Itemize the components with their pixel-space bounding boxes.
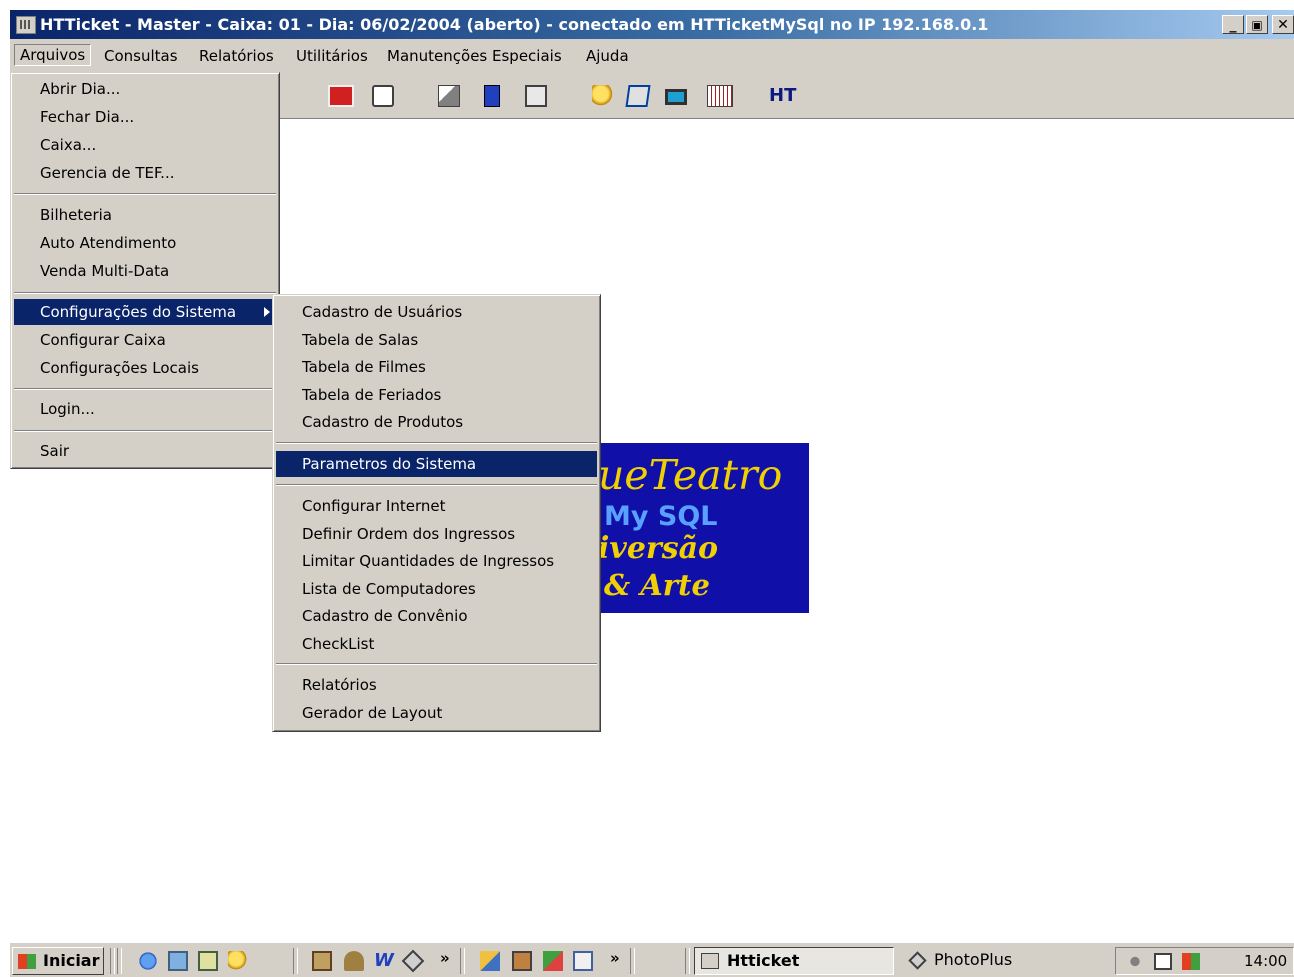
- calendar-icon[interactable]: [328, 85, 354, 107]
- menu-item-sair[interactable]: Sair: [14, 438, 276, 464]
- clock: 14:00: [1244, 952, 1288, 970]
- task-label: Htticket: [727, 951, 800, 970]
- menu-separator: [14, 292, 276, 294]
- quicklaunch-more-icon[interactable]: »: [610, 949, 620, 967]
- submenu-item-definir-ordem-ingressos[interactable]: Definir Ordem dos Ingressos: [276, 521, 597, 547]
- task-label: PhotoPlus: [934, 950, 1013, 969]
- menu-separator: [14, 388, 276, 390]
- search-icon[interactable]: [228, 951, 248, 971]
- monitor-icon[interactable]: [665, 89, 687, 105]
- submenu-item-tabela-salas[interactable]: Tabela de Salas: [276, 327, 597, 353]
- menu-item-gerencia-tef[interactable]: Gerencia de TEF...: [14, 160, 276, 186]
- logo-line-1: ueTeatro: [598, 451, 783, 499]
- desktop-icon[interactable]: [198, 951, 218, 971]
- submenu-item-relatorios[interactable]: Relatórios: [276, 672, 597, 698]
- menu-item-auto-atendimento[interactable]: Auto Atendimento: [14, 230, 276, 256]
- htticket-icon: [701, 953, 719, 969]
- menu-arquivos[interactable]: Arquivos: [14, 44, 92, 66]
- photoplus-icon[interactable]: [401, 949, 425, 973]
- title-bar: HTTicket - Master - Caixa: 01 - Dia: 06/…: [10, 10, 1294, 39]
- menu-separator: [276, 663, 597, 665]
- tree-icon[interactable]: [344, 951, 364, 971]
- menu-item-login[interactable]: Login...: [14, 396, 276, 422]
- ht-logo-icon[interactable]: HT: [769, 85, 799, 107]
- volume-icon[interactable]: [1126, 953, 1144, 970]
- taskbar-separator: [117, 948, 122, 974]
- taskbar-separator: [110, 948, 115, 974]
- menu-separator: [276, 484, 597, 486]
- submenu-item-tabela-feriados[interactable]: Tabela de Feriados: [276, 382, 597, 408]
- menu-item-configuracoes-locais[interactable]: Configurações Locais: [14, 355, 276, 381]
- word-icon[interactable]: W: [374, 951, 394, 971]
- start-button[interactable]: Iniciar: [12, 947, 104, 975]
- menu-utilitarios[interactable]: Utilitários: [294, 46, 370, 66]
- submenu-item-tabela-filmes[interactable]: Tabela de Filmes: [276, 354, 597, 380]
- menu-bar: Arquivos Consultas Relatórios Utilitário…: [10, 39, 1294, 72]
- outlook-icon[interactable]: [168, 951, 188, 971]
- menu-item-fechar-dia[interactable]: Fechar Dia...: [14, 104, 276, 130]
- menu-item-abrir-dia[interactable]: Abrir Dia...: [14, 76, 276, 102]
- taskbar-separator: [630, 948, 635, 974]
- folder-icon[interactable]: [512, 951, 532, 971]
- menu-item-caixa[interactable]: Caixa...: [14, 132, 276, 158]
- restore-button[interactable]: ▣: [1246, 15, 1268, 34]
- windows-logo-icon: [18, 954, 36, 969]
- menu-consultas[interactable]: Consultas: [102, 46, 180, 66]
- menu-separator: [14, 193, 276, 195]
- taskbar-separator: [293, 948, 298, 974]
- menu-item-configurar-caixa[interactable]: Configurar Caixa: [14, 327, 276, 353]
- document-icon[interactable]: [573, 951, 593, 971]
- bank-icon[interactable]: [312, 951, 332, 971]
- submenu-item-cadastro-convenio[interactable]: Cadastro de Convênio: [276, 603, 597, 629]
- menu-item-configuracoes-sistema[interactable]: Configurações do Sistema: [14, 299, 276, 325]
- menu-item-venda-multi-data[interactable]: Venda Multi-Data: [14, 258, 276, 284]
- submenu-item-limitar-quantidades[interactable]: Limitar Quantidades de Ingressos: [276, 548, 597, 574]
- submenu-item-cadastro-produtos[interactable]: Cadastro de Produtos: [276, 409, 597, 435]
- taskbar-separator: [685, 948, 690, 974]
- notepad-icon[interactable]: [625, 85, 651, 107]
- grid-calendar-icon[interactable]: [707, 85, 733, 107]
- network-icon[interactable]: [1154, 953, 1172, 970]
- window-title: HTTicket - Master - Caixa: 01 - Dia: 06/…: [40, 15, 989, 34]
- search-icon[interactable]: [592, 85, 614, 107]
- submenu-item-configurar-internet[interactable]: Configurar Internet: [276, 493, 597, 519]
- report-icon[interactable]: [525, 85, 547, 107]
- submenu-item-lista-computadores[interactable]: Lista de Computadores: [276, 576, 597, 602]
- dollar-icon[interactable]: [484, 85, 500, 107]
- configuracoes-submenu: Cadastro de Usuários Tabela de Salas Tab…: [272, 294, 601, 732]
- close-button[interactable]: ✕: [1272, 15, 1294, 34]
- menu-item-bilheteria[interactable]: Bilheteria: [14, 202, 276, 228]
- arquivos-menu: Abrir Dia... Fechar Dia... Caixa... Gere…: [10, 72, 280, 469]
- submenu-arrow-icon: [264, 307, 270, 317]
- minimize-button[interactable]: _: [1222, 15, 1244, 34]
- photoplus-icon: [908, 951, 927, 970]
- logo-line-3: iversão: [598, 531, 719, 566]
- start-label: Iniciar: [43, 951, 100, 970]
- taskbar-separator: [460, 948, 465, 974]
- paint-icon[interactable]: [480, 951, 500, 971]
- copy-icon[interactable]: [438, 85, 460, 107]
- submenu-item-cadastro-usuarios[interactable]: Cadastro de Usuários: [276, 299, 597, 325]
- antivirus-icon[interactable]: [1182, 953, 1200, 970]
- internet-explorer-icon[interactable]: [138, 951, 158, 971]
- logo-line-4: & Arte: [604, 568, 710, 602]
- menu-ajuda[interactable]: Ajuda: [584, 46, 631, 66]
- menu-manutencoes-especiais[interactable]: Manutenções Especiais: [385, 46, 564, 66]
- quicklaunch-more-icon[interactable]: »: [440, 949, 450, 967]
- menu-relatorios[interactable]: Relatórios: [197, 46, 276, 66]
- menu-separator: [276, 442, 597, 444]
- app-icon[interactable]: [16, 16, 36, 34]
- taskbar: Iniciar W » » Htticket PhotoPlus 14:00: [10, 942, 1294, 977]
- task-photoplus[interactable]: PhotoPlus: [902, 947, 1102, 975]
- tools-icon[interactable]: [543, 951, 563, 971]
- menu-item-label: Configurações do Sistema: [40, 303, 237, 321]
- submenu-item-gerador-layout[interactable]: Gerador de Layout: [276, 700, 597, 726]
- system-tray: 14:00: [1115, 947, 1294, 975]
- logo-line-2: My SQL: [604, 501, 718, 532]
- menu-separator: [14, 430, 276, 432]
- submenu-item-checklist[interactable]: CheckList: [276, 631, 597, 657]
- clock-icon[interactable]: [372, 85, 394, 107]
- submenu-item-parametros-sistema[interactable]: Parametros do Sistema: [276, 451, 597, 477]
- task-htticket[interactable]: Htticket: [694, 947, 894, 975]
